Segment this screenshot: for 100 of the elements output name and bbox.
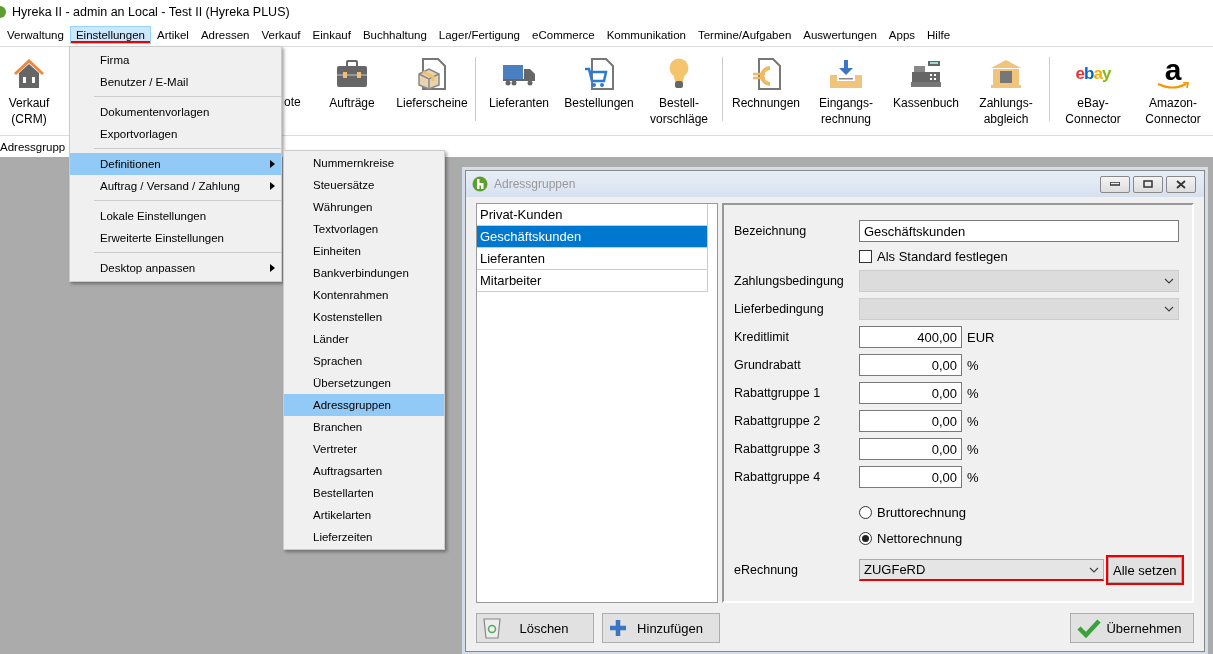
menu-item[interactable]: Adressgruppen [284, 394, 444, 416]
menu-item[interactable]: Sprachen [284, 350, 444, 372]
light-bulb-icon [668, 58, 690, 90]
menu-item[interactable]: Textvorlagen [284, 218, 444, 240]
checkmark-icon [1077, 618, 1101, 638]
submenu-arrow-icon [270, 182, 275, 190]
menu-bar-item[interactable]: Auswertungen [797, 26, 883, 44]
menu-item[interactable]: Vertreter [284, 438, 444, 460]
menu-bar-item[interactable]: Artikel [150, 26, 195, 44]
dropdown[interactable]: ZUGFeRD [859, 559, 1104, 581]
document-tab[interactable]: Adressgrupp [0, 140, 66, 153]
menu-item[interactable]: Einheiten [284, 240, 444, 262]
menu-item[interactable]: Länder [284, 328, 444, 350]
menu-bar-item[interactable]: Termine/Aufgaben [691, 26, 798, 44]
toolbar-button[interactable]: Bestellungen [559, 57, 639, 111]
menu-item[interactable]: Bankverbindungen [284, 262, 444, 284]
set-all-button[interactable]: Alle setzen [1108, 557, 1182, 583]
menu-bar-item[interactable]: Buchhaltung [356, 26, 433, 44]
menu-item[interactable]: Exportvorlagen [70, 123, 281, 145]
input-field[interactable]: Geschäftskunden [859, 220, 1179, 242]
menu-item[interactable]: Erweiterte Einstellungen [70, 227, 281, 249]
field-label: Rabattgruppe 3 [734, 442, 822, 456]
menu-item[interactable]: Lokale Einstellungen [70, 205, 281, 227]
minimize-button[interactable] [1100, 175, 1130, 193]
field-label: eRechnung [734, 563, 799, 577]
menu-item[interactable]: Kostenstellen [284, 306, 444, 328]
field-label: Rabattgruppe 1 [734, 386, 822, 400]
close-button[interactable] [1166, 175, 1196, 193]
unit-label: % [967, 357, 979, 373]
menu-bar-item[interactable]: Adressen [194, 26, 256, 44]
menu-item[interactable]: Branchen [284, 416, 444, 438]
menu-bar-item[interactable]: Apps [882, 26, 922, 44]
input-field[interactable]: 400,00 [859, 326, 962, 348]
menu-bar-item[interactable]: Verwaltung [1, 26, 70, 44]
menu-bar-item[interactable]: Lager/Fertigung [432, 26, 527, 44]
toolbar-button[interactable]: Verkauf (CRM) [0, 57, 58, 127]
toolbar-button[interactable]: a Amazon- Connector [1133, 57, 1213, 127]
restore-icon [1143, 180, 1153, 188]
input-field[interactable]: 0,00 [859, 466, 962, 488]
menu-item[interactable]: Steuersätze [284, 174, 444, 196]
menu-item[interactable]: Definitionen [70, 153, 281, 175]
menu-item[interactable]: Bestellarten [284, 482, 444, 504]
radio-button[interactable]: Bruttorechnung [859, 504, 966, 520]
toolbar-button[interactable]: Zahlungs- abgleich [966, 57, 1046, 127]
menu-bar-item[interactable]: eCommerce [526, 26, 601, 44]
delete-button[interactable]: Löschen [476, 613, 594, 643]
field-label: Kreditlimit [734, 330, 790, 344]
menu-item[interactable]: Währungen [284, 196, 444, 218]
apply-button[interactable]: Übernehmen [1070, 613, 1194, 643]
unit-label: % [967, 413, 979, 429]
app-icon [0, 5, 8, 19]
toolbar-button[interactable]: ebay eBay- Connector [1053, 57, 1133, 127]
unit-label: % [967, 385, 979, 401]
plus-icon [609, 619, 627, 637]
input-field[interactable]: 0,00 [859, 354, 962, 376]
menu-item[interactable]: Dokumentenvorlagen [70, 101, 281, 123]
input-field[interactable]: 0,00 [859, 438, 962, 460]
toolbar-button[interactable]: Lieferanten [479, 57, 559, 111]
menu-bar-item[interactable]: Hilfe [921, 26, 957, 44]
restore-button[interactable] [1133, 175, 1163, 193]
house-icon [13, 59, 45, 89]
menu-bar-item[interactable]: Kommunikation [600, 26, 692, 44]
menu-item[interactable]: Kontenrahmen [284, 284, 444, 306]
checkbox[interactable]: Als Standard festlegen [859, 248, 1008, 264]
field-label: Zahlungsbedingung [734, 274, 845, 288]
input-field[interactable]: 0,00 [859, 382, 962, 404]
menu-item[interactable]: Übersetzungen [284, 372, 444, 394]
group-list-item[interactable]: Geschäftskunden [477, 226, 708, 248]
toolbar-button[interactable]: ote [284, 95, 312, 109]
toolbar-button[interactable]: Bestell- vorschläge [639, 57, 719, 127]
menu-item[interactable]: Auftrag / Versand / Zahlung [70, 175, 281, 197]
menu-item[interactable]: Artikelarten [284, 504, 444, 526]
input-field[interactable]: 0,00 [859, 410, 962, 432]
menu-item[interactable]: Lieferzeiten [284, 526, 444, 548]
menu-bar-item[interactable]: Einkauf [306, 26, 357, 44]
toolbar-button[interactable]: Rechnungen [726, 57, 806, 111]
cash-register-icon [910, 60, 942, 88]
unit-label: % [967, 469, 979, 485]
menu-item[interactable]: Benutzer / E-Mail [70, 71, 281, 93]
chevron-down-icon [1164, 306, 1174, 312]
menu-item[interactable]: Desktop anpassen [70, 257, 281, 279]
toolbar-button[interactable]: Aufträge [312, 57, 392, 111]
menu-item[interactable]: Firma [70, 49, 281, 71]
chevron-down-icon [1164, 278, 1174, 284]
menu-item[interactable]: Auftragsarten [284, 460, 444, 482]
toolbar-button[interactable]: Eingangs- rechnung [806, 57, 886, 127]
toolbar-button[interactable]: Lieferscheine [392, 57, 472, 111]
radio-button[interactable]: Nettorechnung [859, 530, 963, 546]
group-list-item[interactable]: Mitarbeiter [477, 270, 708, 292]
submenu-arrow-icon [270, 160, 275, 168]
add-button[interactable]: Hinzufügen [602, 613, 720, 643]
menu-bar-item[interactable]: Verkauf [255, 26, 307, 44]
field-label: Rabattgruppe 4 [734, 470, 822, 484]
menu-item[interactable]: Nummernkreise [284, 152, 444, 174]
truck-icon [502, 62, 536, 86]
group-list-item[interactable]: Lieferanten [477, 248, 708, 270]
menu-bar-item[interactable]: Einstellungen [69, 26, 151, 44]
toolbar-button[interactable]: Kassenbuch [886, 57, 966, 111]
field-label: Grundrabatt [734, 358, 802, 372]
field-label: Rabattgruppe 2 [734, 414, 822, 428]
